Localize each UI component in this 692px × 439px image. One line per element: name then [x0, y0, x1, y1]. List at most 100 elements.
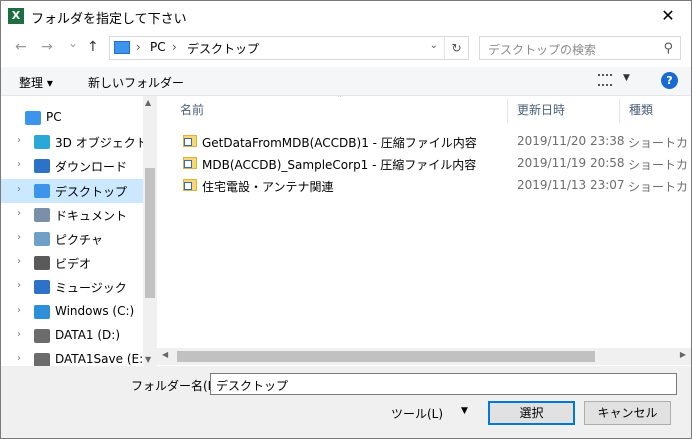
search-placeholder: デスクトップの検索: [488, 43, 597, 57]
file-row[interactable]: GetDataFromMDB(ACCDB)1 - 圧縮ファイル内容 2019/11…: [157, 131, 691, 153]
file-date: 2019/11/20 23:38: [517, 134, 625, 148]
folder-name-input[interactable]: デスクトップ: [210, 373, 677, 395]
sidebar-item[interactable]: › デスクトップ: [1, 178, 143, 203]
chevron-right-icon[interactable]: ›: [17, 184, 21, 195]
sidebar-item-label: ミュージック: [55, 281, 127, 296]
address-bar[interactable]: › PC › デスクトップ ⌄ ↻: [109, 36, 469, 60]
excel-app-icon: X: [8, 8, 24, 24]
column-header-date[interactable]: 更新日時: [508, 99, 620, 123]
sidebar-item-label: ドキュメント: [55, 208, 128, 223]
breadcrumb-separator[interactable]: ›: [172, 40, 177, 54]
up-button[interactable]: ↑: [87, 39, 99, 55]
file-name: 住宅電設・アンテナ関連: [202, 180, 334, 194]
file-type: ショートカ: [628, 136, 689, 150]
column-header-type[interactable]: 種類: [620, 99, 691, 123]
forward-button[interactable]: →: [41, 39, 53, 55]
folder-picker-dialog: X フォルダを指定して下さい ✕ ← → ⌄ ↑ › PC › デスクトップ ⌄…: [0, 0, 692, 439]
dialog-footer: フォルダー名(N): デスクトップ ツール(L) ▼ 選択 キャンセル: [1, 366, 691, 438]
scroll-down-icon[interactable]: ▼: [145, 355, 151, 364]
sidebar-item[interactable]: › ダウンロード: [1, 154, 143, 178]
file-name: MDB(ACCDB)_SampleCorp1 - 圧縮ファイル内容: [202, 158, 477, 172]
scrollbar-thumb[interactable]: [145, 168, 155, 298]
breadcrumb-pc[interactable]: PC: [150, 40, 166, 54]
3d-objects-icon: [34, 135, 50, 150]
sidebar-item-label: 3D オブジェクト: [55, 136, 148, 151]
folder-shortcut-icon: [183, 157, 197, 169]
cancel-button[interactable]: キャンセル: [584, 401, 671, 425]
pc-icon: [114, 41, 130, 54]
navigation-scrollbar[interactable]: ▲ ▼: [143, 96, 157, 366]
folder-shortcut-icon: [183, 135, 197, 147]
view-dropdown-icon[interactable]: ▼: [623, 73, 630, 83]
music-icon: [34, 280, 50, 295]
file-date: 2019/11/19 20:58: [517, 156, 625, 170]
chevron-right-icon[interactable]: ›: [17, 256, 21, 267]
pictures-icon: [34, 232, 50, 246]
breadcrumb-separator[interactable]: ›: [136, 40, 141, 54]
sidebar-item[interactable]: › DATA1Save (E:: [1, 348, 143, 366]
title-bar: X フォルダを指定して下さい ✕: [1, 1, 691, 32]
search-icon[interactable]: ⚲: [663, 41, 673, 56]
sidebar-item[interactable]: PC: [1, 106, 143, 130]
sidebar-item[interactable]: › ビデオ: [1, 251, 143, 275]
sidebar-item-label: デスクトップ: [55, 184, 128, 199]
address-dropdown-icon[interactable]: ⌄: [430, 40, 438, 51]
organize-menu[interactable]: 整理 ▾: [19, 74, 53, 91]
sidebar-item[interactable]: › DATA1 (D:): [1, 324, 143, 348]
breadcrumb-desktop[interactable]: デスクトップ: [187, 40, 259, 57]
file-type: ショートカ: [628, 180, 689, 194]
select-button[interactable]: 選択: [488, 401, 575, 425]
sidebar-item-label: DATA1Save (E:: [55, 352, 144, 366]
file-name: GetDataFromMDB(ACCDB)1 - 圧縮ファイル内容: [202, 136, 477, 150]
tools-label[interactable]: ツール(L): [391, 405, 443, 422]
sidebar-item[interactable]: › 3D オブジェクト: [1, 130, 148, 154]
chevron-right-icon[interactable]: ›: [17, 280, 21, 291]
scroll-left-icon[interactable]: ◀: [162, 350, 168, 359]
file-row[interactable]: MDB(ACCDB)_SampleCorp1 - 圧縮ファイル内容 2019/11…: [157, 153, 691, 175]
view-options-icon[interactable]: [598, 74, 612, 86]
drive-icon: [34, 328, 50, 343]
chevron-right-icon[interactable]: ›: [17, 329, 21, 340]
sidebar-item-label: Windows (C:): [55, 303, 135, 318]
scrollbar-thumb[interactable]: [177, 351, 595, 362]
sidebar-item-label: ピクチャ: [55, 233, 103, 247]
scroll-up-icon[interactable]: ▲: [145, 98, 151, 107]
chevron-right-icon[interactable]: ›: [17, 159, 21, 170]
sidebar-item-label: ビデオ: [55, 257, 92, 272]
scroll-right-icon[interactable]: ▶: [680, 350, 686, 359]
chevron-right-icon[interactable]: ›: [17, 208, 21, 219]
sidebar-item[interactable]: › ミュージック: [1, 275, 143, 299]
file-date: 2019/11/13 23:07: [517, 178, 625, 192]
file-list-hscrollbar[interactable]: ◀ ▶: [157, 348, 691, 365]
sidebar-item-label: ダウンロード: [55, 160, 128, 175]
sidebar-item-label: DATA1 (D:): [55, 327, 121, 342]
desktop-icon: [34, 183, 50, 198]
folder-shortcut-icon: [183, 179, 197, 191]
chevron-right-icon[interactable]: ›: [17, 305, 21, 316]
recent-locations-button[interactable]: ⌄: [68, 36, 78, 50]
pc-icon: [25, 111, 41, 125]
search-box[interactable]: デスクトップの検索 ⚲: [479, 36, 681, 60]
sidebar-item[interactable]: › Windows (C:): [1, 300, 143, 324]
navigation-pane: PC › 3D オブジェクト › ダウンロード › デスクトップ › ドキュメント › ピクチャ › ビ…: [1, 96, 157, 366]
tools-menu[interactable]: ツール(L) ▼: [391, 404, 479, 426]
close-button[interactable]: ✕: [645, 1, 691, 32]
chevron-right-icon[interactable]: ›: [17, 135, 21, 146]
download-icon: [34, 159, 50, 174]
column-header-name[interactable]: 名前: [171, 99, 508, 123]
file-list: ˄ 名前 更新日時 種類 GetDataFromMDB(ACCDB)1 - 圧縮…: [157, 96, 691, 366]
chevron-right-icon[interactable]: ›: [17, 232, 21, 243]
sidebar-item[interactable]: › ドキュメント: [1, 203, 143, 227]
command-bar: 整理 ▾ 新しいフォルダー ▼ ?: [1, 67, 691, 96]
sidebar-item-label: PC: [46, 110, 62, 124]
refresh-button[interactable]: ↻: [444, 37, 468, 59]
tools-dropdown-icon[interactable]: ▼: [461, 406, 468, 416]
videos-icon: [34, 256, 50, 271]
sidebar-item[interactable]: › ピクチャ: [1, 227, 143, 251]
back-button[interactable]: ←: [15, 39, 27, 55]
file-type: ショートカ: [628, 158, 689, 172]
new-folder-button[interactable]: 新しいフォルダー: [88, 74, 184, 91]
chevron-right-icon[interactable]: ›: [17, 353, 21, 364]
help-icon[interactable]: ?: [661, 72, 678, 89]
file-row[interactable]: 住宅電設・アンテナ関連 2019/11/13 23:07 ショートカ: [157, 175, 691, 197]
